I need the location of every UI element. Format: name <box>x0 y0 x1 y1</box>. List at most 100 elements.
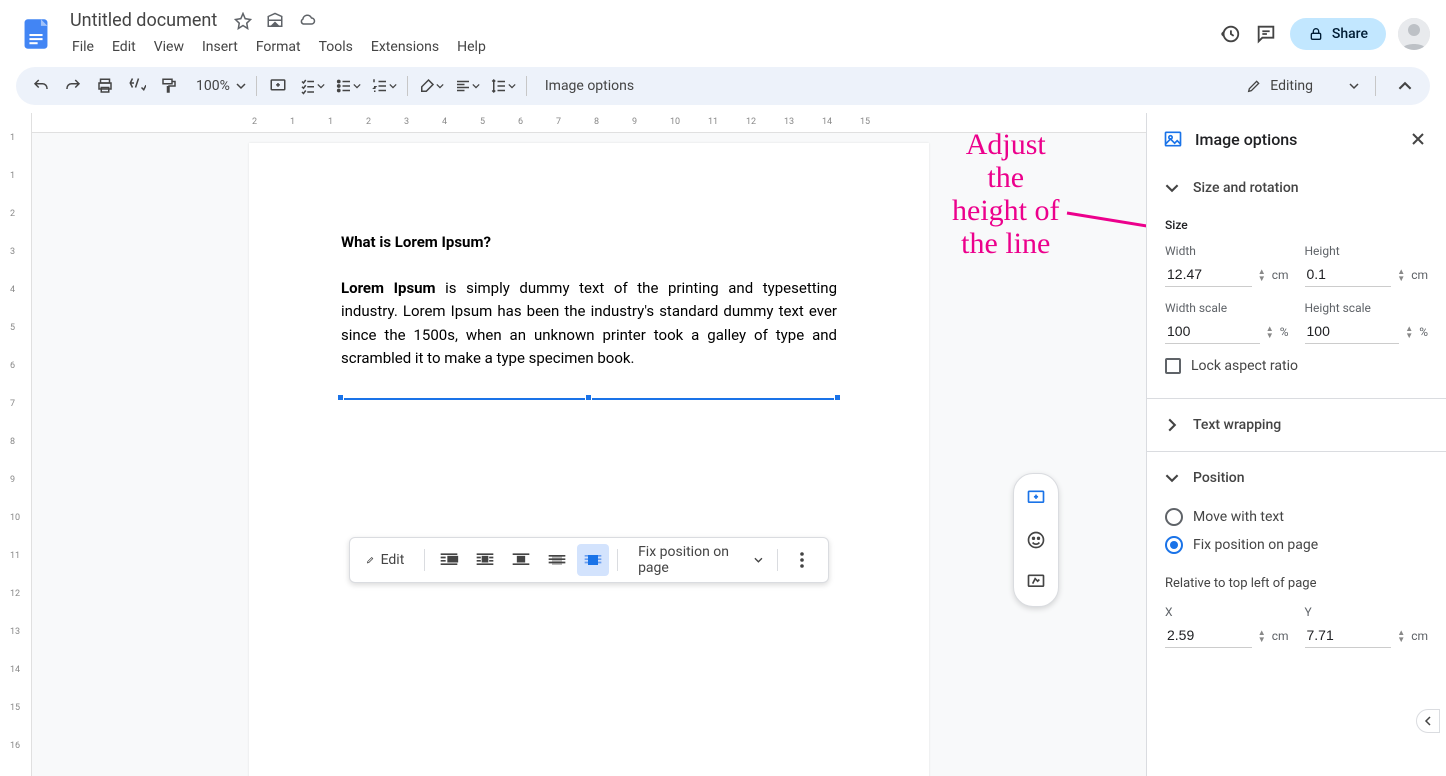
more-vert-icon <box>800 552 804 568</box>
chevron-down-icon <box>436 82 444 90</box>
editing-mode-label: Editing <box>1270 78 1313 94</box>
line-spacing-button[interactable] <box>486 71 520 101</box>
sidebar-title: Image options <box>1195 130 1394 149</box>
zoom-dropdown[interactable]: 100% <box>186 71 250 101</box>
suggest-edits-button[interactable] <box>1018 564 1054 600</box>
x-stepper[interactable]: ▲▼ <box>1258 629 1266 643</box>
break-text-button[interactable] <box>505 544 537 576</box>
position-section-toggle[interactable]: Position <box>1147 456 1446 500</box>
move-with-text-radio[interactable] <box>1165 508 1183 526</box>
bulleted-list-button[interactable] <box>331 71 365 101</box>
width-stepper[interactable]: ▲▼ <box>1258 268 1266 282</box>
y-stepper[interactable]: ▲▼ <box>1397 629 1405 643</box>
edit-button[interactable]: Edit <box>360 544 416 576</box>
menu-view[interactable]: View <box>146 35 192 59</box>
x-input[interactable] <box>1165 623 1252 648</box>
x-label: X <box>1165 605 1289 619</box>
wrap-inline-button[interactable] <box>433 544 465 576</box>
relative-to-label: Relative to top left of page <box>1165 576 1428 591</box>
add-comment-button[interactable] <box>1018 480 1054 516</box>
resize-handle[interactable] <box>834 394 841 401</box>
document-paragraph[interactable]: Lorem Ipsum is simply dummy text of the … <box>341 277 837 370</box>
height-scale-stepper[interactable]: ▲▼ <box>1405 325 1413 339</box>
avatar[interactable] <box>1398 18 1430 50</box>
close-sidebar-button[interactable] <box>1406 127 1430 151</box>
document-page[interactable]: What is Lorem Ipsum? Lorem Ipsum is simp… <box>249 143 929 776</box>
numbered-list-button[interactable] <box>367 71 401 101</box>
redo-button[interactable] <box>58 71 88 101</box>
lock-aspect-row[interactable]: Lock aspect ratio <box>1165 358 1428 374</box>
chevron-down-icon <box>1165 471 1179 485</box>
pencil-icon <box>366 553 375 567</box>
resize-handle[interactable] <box>585 394 592 401</box>
share-button[interactable]: Share <box>1290 18 1386 50</box>
unit-cm: cm <box>1411 268 1428 282</box>
fix-position-dropdown[interactable]: Fix position on page <box>626 544 769 576</box>
chevron-down-icon <box>236 81 246 91</box>
lock-icon <box>1308 26 1324 42</box>
height-stepper[interactable]: ▲▼ <box>1397 268 1405 282</box>
chevron-down-icon <box>353 82 361 90</box>
menu-help[interactable]: Help <box>449 35 494 59</box>
resize-handle[interactable] <box>337 394 344 401</box>
selected-image-line[interactable] <box>341 398 837 400</box>
behind-text-button[interactable] <box>541 544 573 576</box>
highlight-color-button[interactable] <box>414 71 448 101</box>
image-floating-toolbar: Edit Fix position on page <box>349 537 829 583</box>
paint-format-button[interactable] <box>154 71 184 101</box>
menu-extensions[interactable]: Extensions <box>363 35 447 59</box>
chevron-down-icon <box>389 82 397 90</box>
menu-file[interactable]: File <box>64 35 102 59</box>
width-scale-label: Width scale <box>1165 301 1289 315</box>
width-scale-stepper[interactable]: ▲▼ <box>1266 325 1274 339</box>
move-icon[interactable] <box>263 9 287 33</box>
context-label[interactable]: Image options <box>533 78 1234 94</box>
menu-tools[interactable]: Tools <box>311 35 361 59</box>
size-rotation-section-toggle[interactable]: Size and rotation <box>1147 166 1446 210</box>
menu-insert[interactable]: Insert <box>194 35 246 59</box>
add-comment-button[interactable] <box>263 71 293 101</box>
collapse-toolbar-button[interactable] <box>1390 71 1420 101</box>
cloud-status-icon[interactable] <box>295 9 319 33</box>
document-title[interactable]: Untitled document <box>64 8 223 33</box>
document-heading[interactable]: What is Lorem Ipsum? <box>341 233 837 251</box>
fix-position-radio-row[interactable]: Fix position on page <box>1165 536 1428 554</box>
history-icon[interactable] <box>1218 22 1242 46</box>
header: Untitled document File Edit View Insert … <box>0 0 1446 67</box>
width-scale-input[interactable] <box>1165 319 1260 344</box>
document-area[interactable]: 21123456789101112131415 What is Lorem Ip… <box>32 113 1146 776</box>
chevron-down-icon <box>1349 81 1359 91</box>
lock-aspect-checkbox[interactable] <box>1165 358 1181 374</box>
text-wrapping-section-toggle[interactable]: Text wrapping <box>1147 403 1446 447</box>
move-with-text-radio-row[interactable]: Move with text <box>1165 508 1428 526</box>
spellcheck-button[interactable] <box>122 71 152 101</box>
chevron-down-icon <box>317 82 325 90</box>
image-options-sidebar: Image options Size and rotation Size Wid… <box>1146 113 1446 776</box>
annotation-arrow <box>1062 203 1146 263</box>
wrap-text-button[interactable] <box>469 544 501 576</box>
height-scale-input[interactable] <box>1305 319 1400 344</box>
width-input[interactable] <box>1165 262 1252 287</box>
undo-button[interactable] <box>26 71 56 101</box>
horizontal-ruler: 21123456789101112131415 <box>32 113 1146 133</box>
checklist-button[interactable] <box>295 71 329 101</box>
height-input[interactable] <box>1305 262 1392 287</box>
add-emoji-button[interactable] <box>1018 522 1054 558</box>
star-icon[interactable] <box>231 9 255 33</box>
fix-position-radio[interactable] <box>1165 536 1183 554</box>
y-input[interactable] <box>1305 623 1392 648</box>
menu-edit[interactable]: Edit <box>104 35 144 59</box>
side-panel-expand-button[interactable] <box>1416 709 1440 733</box>
align-button[interactable] <box>450 71 484 101</box>
editing-mode-dropdown[interactable]: Editing <box>1236 74 1369 98</box>
docs-logo[interactable] <box>16 14 56 54</box>
more-options-button[interactable] <box>786 544 818 576</box>
y-label: Y <box>1305 605 1429 619</box>
unit-cm: cm <box>1272 268 1289 282</box>
comments-icon[interactable] <box>1254 22 1278 46</box>
chevron-down-icon <box>1165 181 1179 195</box>
menu-format[interactable]: Format <box>248 35 309 59</box>
print-button[interactable] <box>90 71 120 101</box>
front-text-button[interactable] <box>577 544 609 576</box>
header-right: Share <box>1218 18 1430 50</box>
